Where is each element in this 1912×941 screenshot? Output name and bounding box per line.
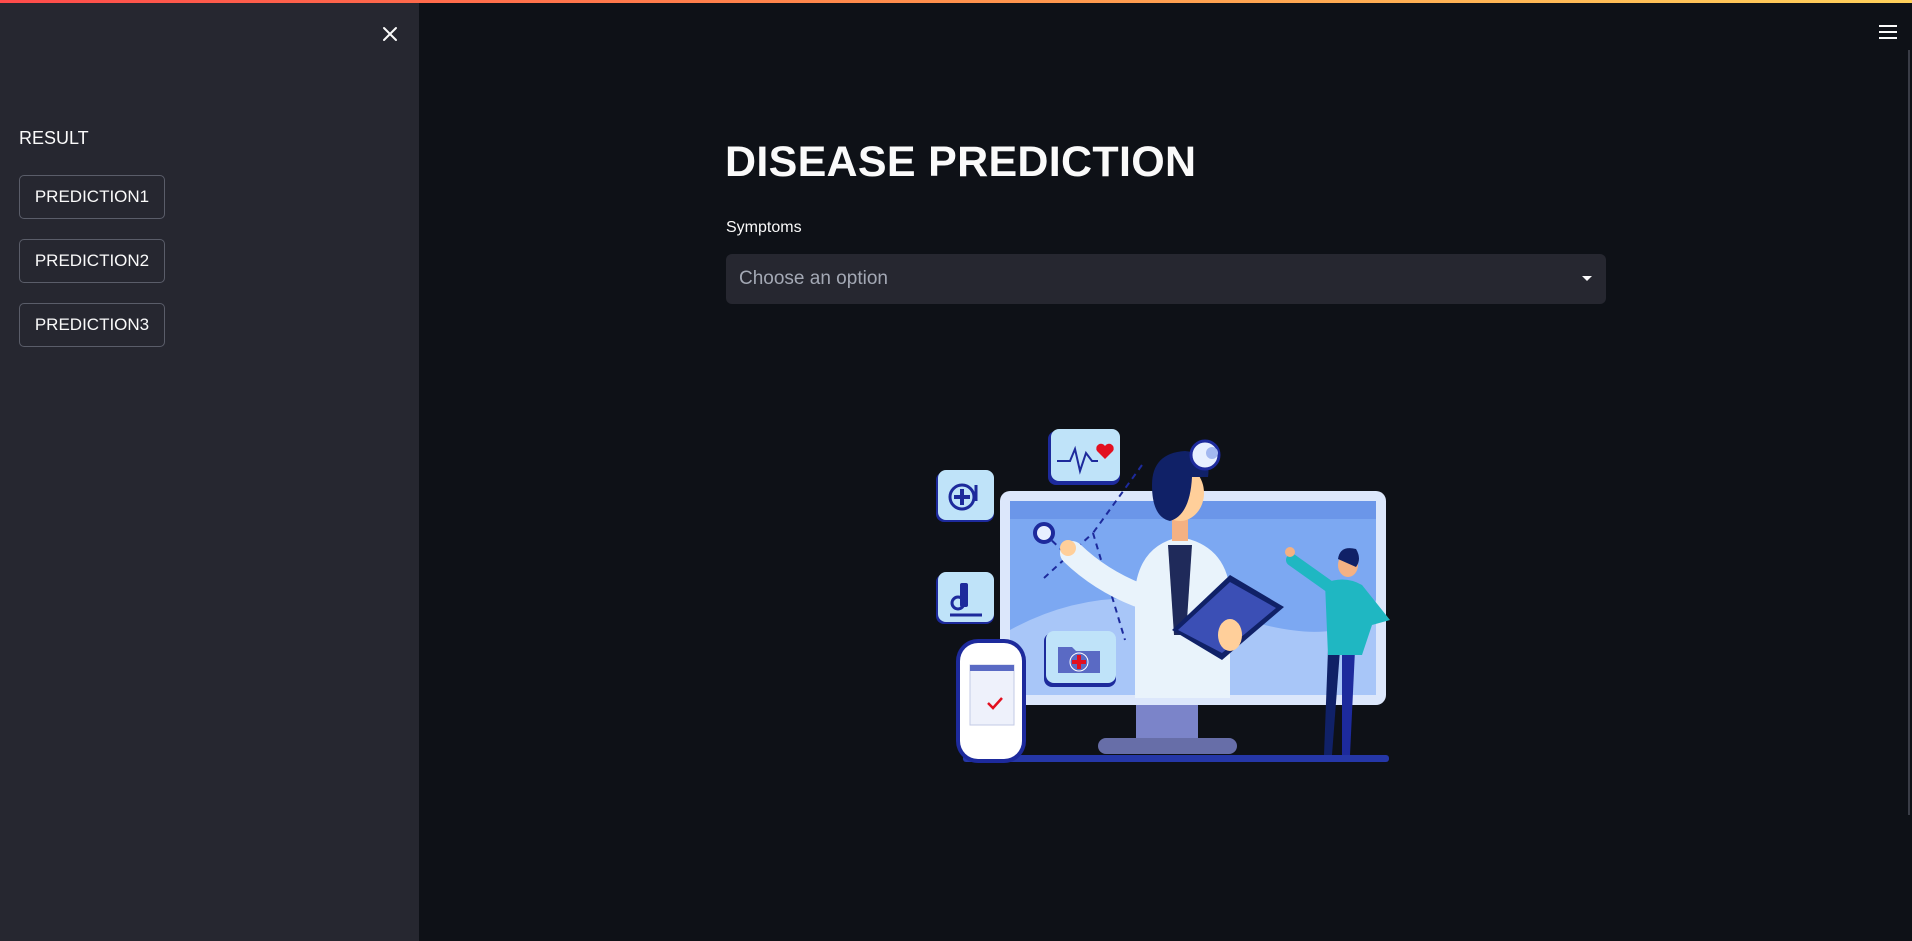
hamburger-menu-icon bbox=[1879, 25, 1897, 39]
chevron-down-icon bbox=[1582, 276, 1592, 281]
close-icon bbox=[383, 27, 397, 41]
prediction2-button[interactable]: PREDICTION2 bbox=[19, 239, 165, 283]
close-sidebar-button[interactable] bbox=[376, 20, 404, 48]
top-accent-bar bbox=[0, 0, 1912, 3]
symptoms-select-placeholder: Choose an option bbox=[739, 268, 888, 289]
scrollbar[interactable] bbox=[1908, 50, 1910, 815]
prediction3-button[interactable]: PREDICTION3 bbox=[19, 303, 165, 347]
sidebar-heading: RESULT bbox=[19, 128, 89, 148]
sidebar: RESULT PREDICTION1 PREDICTION2 PREDICTIO… bbox=[0, 0, 419, 941]
telemedicine-illustration bbox=[936, 429, 1390, 763]
prediction1-button[interactable]: PREDICTION1 bbox=[19, 175, 165, 219]
page-title: DISEASE PREDICTION bbox=[725, 138, 1197, 186]
main-menu-button[interactable] bbox=[1876, 20, 1900, 44]
symptoms-select[interactable]: Choose an option bbox=[726, 254, 1606, 304]
symptoms-label: Symptoms bbox=[726, 219, 802, 236]
